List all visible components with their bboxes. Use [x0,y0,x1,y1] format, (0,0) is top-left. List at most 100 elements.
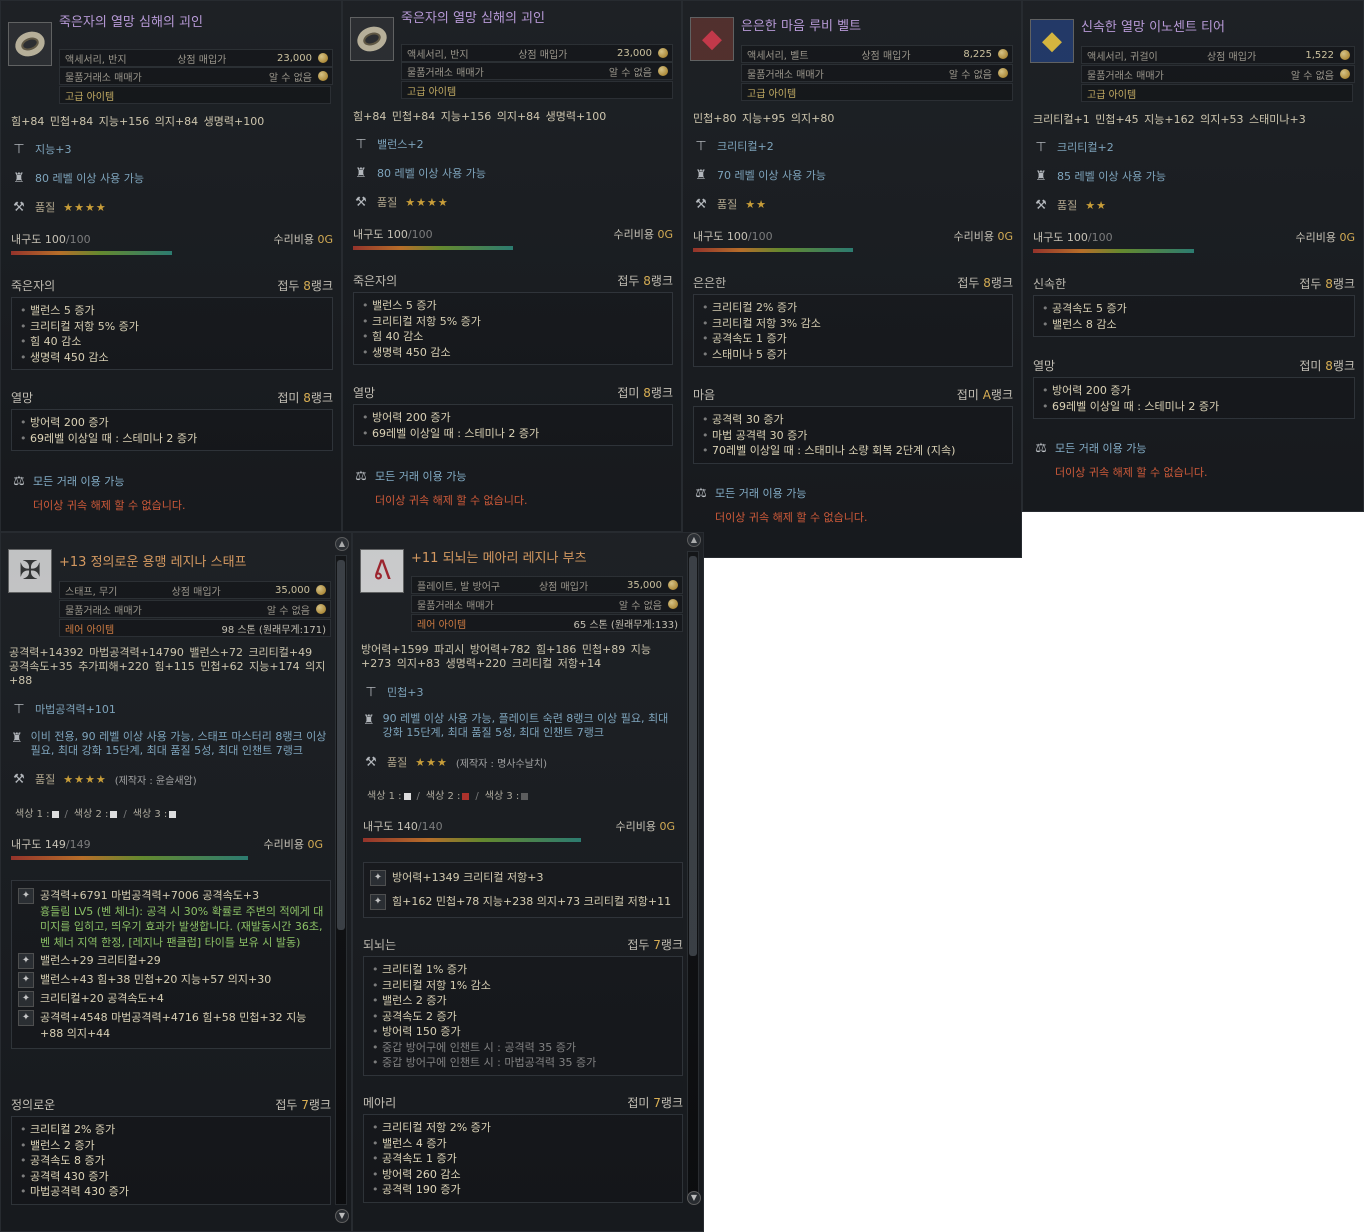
coin-icon [318,53,328,63]
rank-value: 8 [643,274,651,288]
suffix-effects: 방어력 200 증가69레벨 이상일 때 : 스테미나 2 증가 [11,409,333,451]
rank-value: 8 [1325,359,1333,373]
scroll-up-button[interactable]: ▲ [687,533,701,547]
pickaxe-icon: ⊤ [13,701,25,717]
market-row: 물품거래소 매매가 알 수 없음 [59,600,331,618]
effect-line: 힘 40 감소 [362,329,664,345]
trade-status: 모든 거래 이용 가능 [33,475,125,488]
suffix-effects: 크리티컬 저항 2% 증가밸런스 4 증가공격속도 1 증가방어력 260 감소… [363,1114,683,1203]
quality-row: ⚒ 품질 ★★★★ (제작자 : 윤슬새암) [11,771,196,787]
gem-row: ✦ 공격력+4548 마법공격력+4716 힘+58 민첩+32 지능+88 의지… [18,1010,324,1041]
scrollbar[interactable] [335,555,347,1205]
gem-text: 공격력+4548 마법공격력+4716 힘+58 민첩+32 지능+88 의지+… [40,1011,307,1040]
scale-icon: ⚖ [13,473,25,489]
suffix-name: 열망 [11,391,34,405]
suffix-rank: 접미 8랭크 [277,389,333,409]
coin-icon [316,604,326,614]
rank-suffix: 랭크 [310,391,333,405]
rank-value: 8 [303,391,311,405]
rank-prefix: 접두 [277,279,300,293]
scrollbar-thumb[interactable] [337,560,345,930]
item-grade: 레어 아이템 [417,619,467,631]
rank-value: 7 [653,1096,661,1110]
scrollbar[interactable] [687,551,699,1195]
quality-label: 품질 [387,756,408,769]
color-1-label: 색상 1 : [15,809,50,820]
trade-row: ⚖ 모든 거래 이용 가능 [353,468,466,484]
anvil-icon: ⚒ [1035,197,1047,213]
prefix-effects: 밸런스 5 증가크리티컬 저항 5% 증가힘 40 감소생명력 450 감소 [11,297,333,370]
prefix-rank: 접두 8랭크 [617,272,673,292]
gem-row: ✦ 밸런스+29 크리티컬+29 [18,953,324,969]
durability-current: 100 [1066,231,1088,244]
rank-prefix: 접두 [275,1098,298,1112]
durability-label: 내구도 [11,233,42,246]
level-requirement: 80 레벨 이상 사용 가능 [35,172,144,185]
item-type-row: 액세서리, 귀걸이 상점 매입가 1,522 [1081,46,1355,64]
item-type: 액세서리, 반지 [65,54,127,66]
effect-line: 밸런스 2 증가 [20,1138,322,1154]
prefix-effects: 크리티컬 1% 증가크리티컬 저항 1% 감소밸런스 2 증가공격속도 2 증가… [363,956,683,1076]
scroll-up-button[interactable]: ▲ [335,537,349,551]
anvil-icon: ⚒ [355,194,367,210]
scale-icon: ⚖ [355,468,367,484]
market-row: 물품거래소 매매가 알 수 없음 [401,62,673,80]
effect-line: 공격력 190 증가 [372,1182,674,1198]
market-row: 물품거래소 매매가 알 수 없음 [1081,65,1355,83]
item-title: 죽은자의 열망 심해의 괴인 [59,15,203,30]
scale-icon: ⚖ [1035,440,1047,456]
market-value: 알 수 없음 [948,69,992,81]
scroll-down-button[interactable]: ▼ [687,1191,701,1205]
gem-icon: ✦ [18,1010,34,1026]
trade-status: 모든 거래 이용 가능 [1055,442,1147,455]
item-title: 은은한 마음 루비 벨트 [741,19,862,34]
effect-line: 방어력 150 증가 [372,1024,674,1040]
color-3-label: 색상 3 : [132,809,168,820]
coin-icon [1340,69,1350,79]
suffix-rank: 접미 7랭크 [627,1094,683,1114]
bind-warning: 더이상 귀속 해제 할 수 없습니다. [375,494,528,507]
durability-max: /100 [1087,231,1113,244]
durability-max: /149 [65,838,91,851]
repair-cost: 수리비용 0G [273,231,333,247]
gem-effects: ✦ 공격력+6791 마법공격력+7006 공격속도+3 흉들림 LV5 (벤 체너… [11,880,331,1049]
belt-icon: ◆ [690,17,734,61]
shop-price-label: 상점 매입가 [538,581,589,593]
effect-line: 공격력 30 증가 [702,412,1004,428]
boots-icon: ᕕ [360,549,404,593]
rank-suffix: 랭크 [1332,277,1355,291]
bind-warning: 더이상 귀속 해제 할 수 없습니다. [715,511,868,524]
repair-value: 0G [317,233,333,246]
gem-icon: ✦ [18,972,34,988]
scrollbar-thumb[interactable] [689,556,697,956]
scroll-down-button[interactable]: ▼ [335,1209,349,1223]
coin-icon [658,66,668,76]
gem-text: 크리티컬+20 공격속도+4 [40,992,164,1005]
suffix-name: 마음 [693,388,716,402]
effect-line: 크리티컬 저항 1% 감소 [372,978,674,994]
market-label: 물품거래소 매매가 [747,69,824,81]
market-row: 물품거래소 매매가 알 수 없음 [411,595,683,613]
item-type: 액세서리, 귀걸이 [1087,51,1158,63]
level-row: ♜ 85 레벨 이상 사용 가능 [1033,168,1166,184]
repair-cost: 수리비용 0G [613,226,673,242]
trade-row: ⚖ 모든 거래 이용 가능 [11,473,124,489]
durability-current: 100 [44,233,66,246]
color-3-label: 색상 3 : [484,791,520,802]
market-value: 알 수 없음 [1290,70,1334,82]
gem-text: 밸런스+43 힘+38 민첩+20 지능+57 의지+30 [40,973,272,986]
prefix-name: 죽은자의 [11,279,56,293]
shop-price-label: 상점 매입가 [861,50,911,62]
rank-prefix: 접미 [277,391,300,405]
effect-line: 밸런스 8 감소 [1042,317,1346,333]
gem-row: ✦ 밸런스+43 힘+38 민첩+20 지능+57 의지+30 [18,972,324,988]
armor-icon: ♜ [13,170,25,186]
level-row: ♜ 80 레벨 이상 사용 가능 [353,165,486,181]
rank-suffix: 랭크 [990,388,1013,402]
durability-label: 내구도 [693,230,724,243]
repair-value: 0G [659,820,675,833]
quality-stars: ★★★★ [63,200,107,214]
quality-label: 품질 [1057,199,1078,212]
gem-effects: ✦ 방어력+1349 크리티컬 저항+3 ✦ 힘+162 민첩+78 지능+238 … [363,862,683,918]
sub-stat-row: ⊤ 마법공격력+101 [11,701,115,717]
